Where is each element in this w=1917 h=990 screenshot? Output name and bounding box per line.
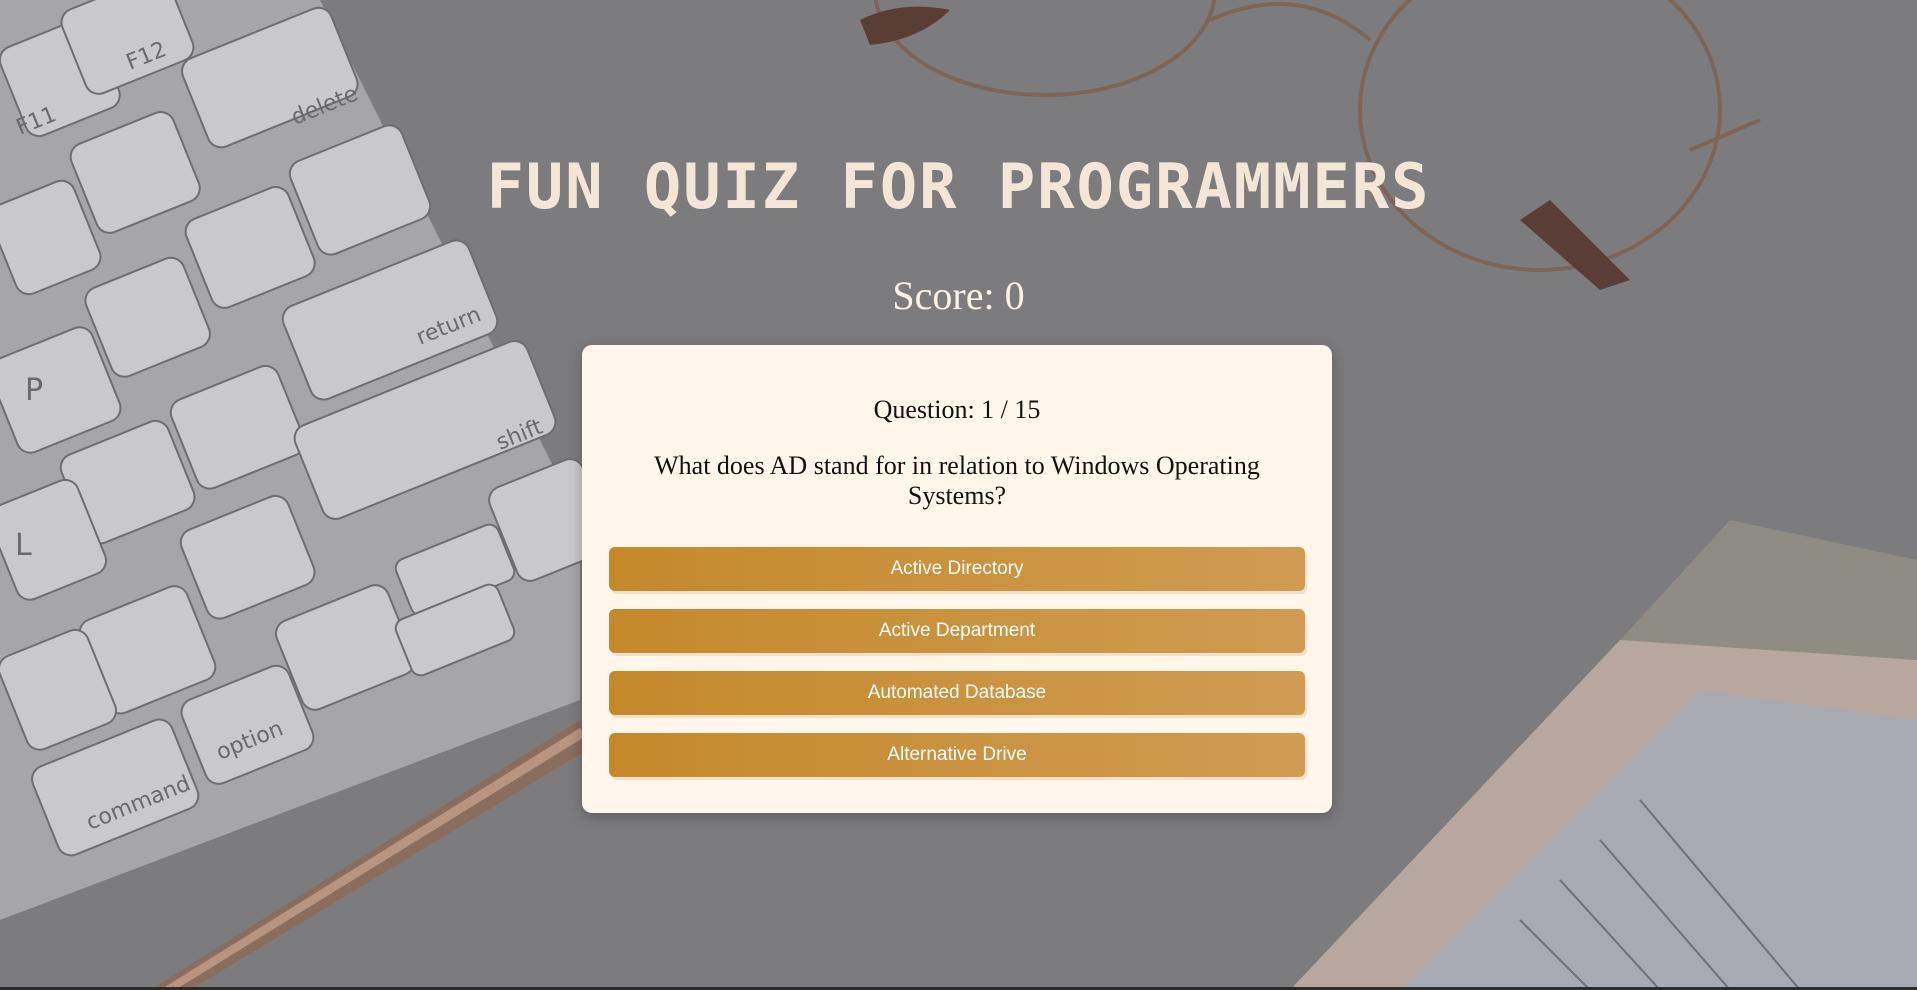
- answer-button-4[interactable]: Alternative Drive: [609, 733, 1305, 777]
- answer-button-2[interactable]: Active Department: [609, 609, 1305, 653]
- answer-list: Active Directory Active Department Autom…: [609, 547, 1305, 795]
- key-label-p: P: [25, 373, 43, 408]
- answer-button-3[interactable]: Automated Database: [609, 671, 1305, 715]
- answer-button-1[interactable]: Active Directory: [609, 547, 1305, 591]
- quiz-card: Question: 1 / 15 What does AD stand for …: [582, 345, 1332, 813]
- score-display: Score: 0: [892, 273, 1025, 318]
- key-label-l: L: [15, 528, 32, 563]
- question-text: What does AD stand for in relation to Wi…: [654, 451, 1260, 510]
- question-counter: Question: 1 / 15: [873, 395, 1041, 424]
- page-title: FUN QUIZ FOR PROGRAMMERS: [486, 150, 1431, 223]
